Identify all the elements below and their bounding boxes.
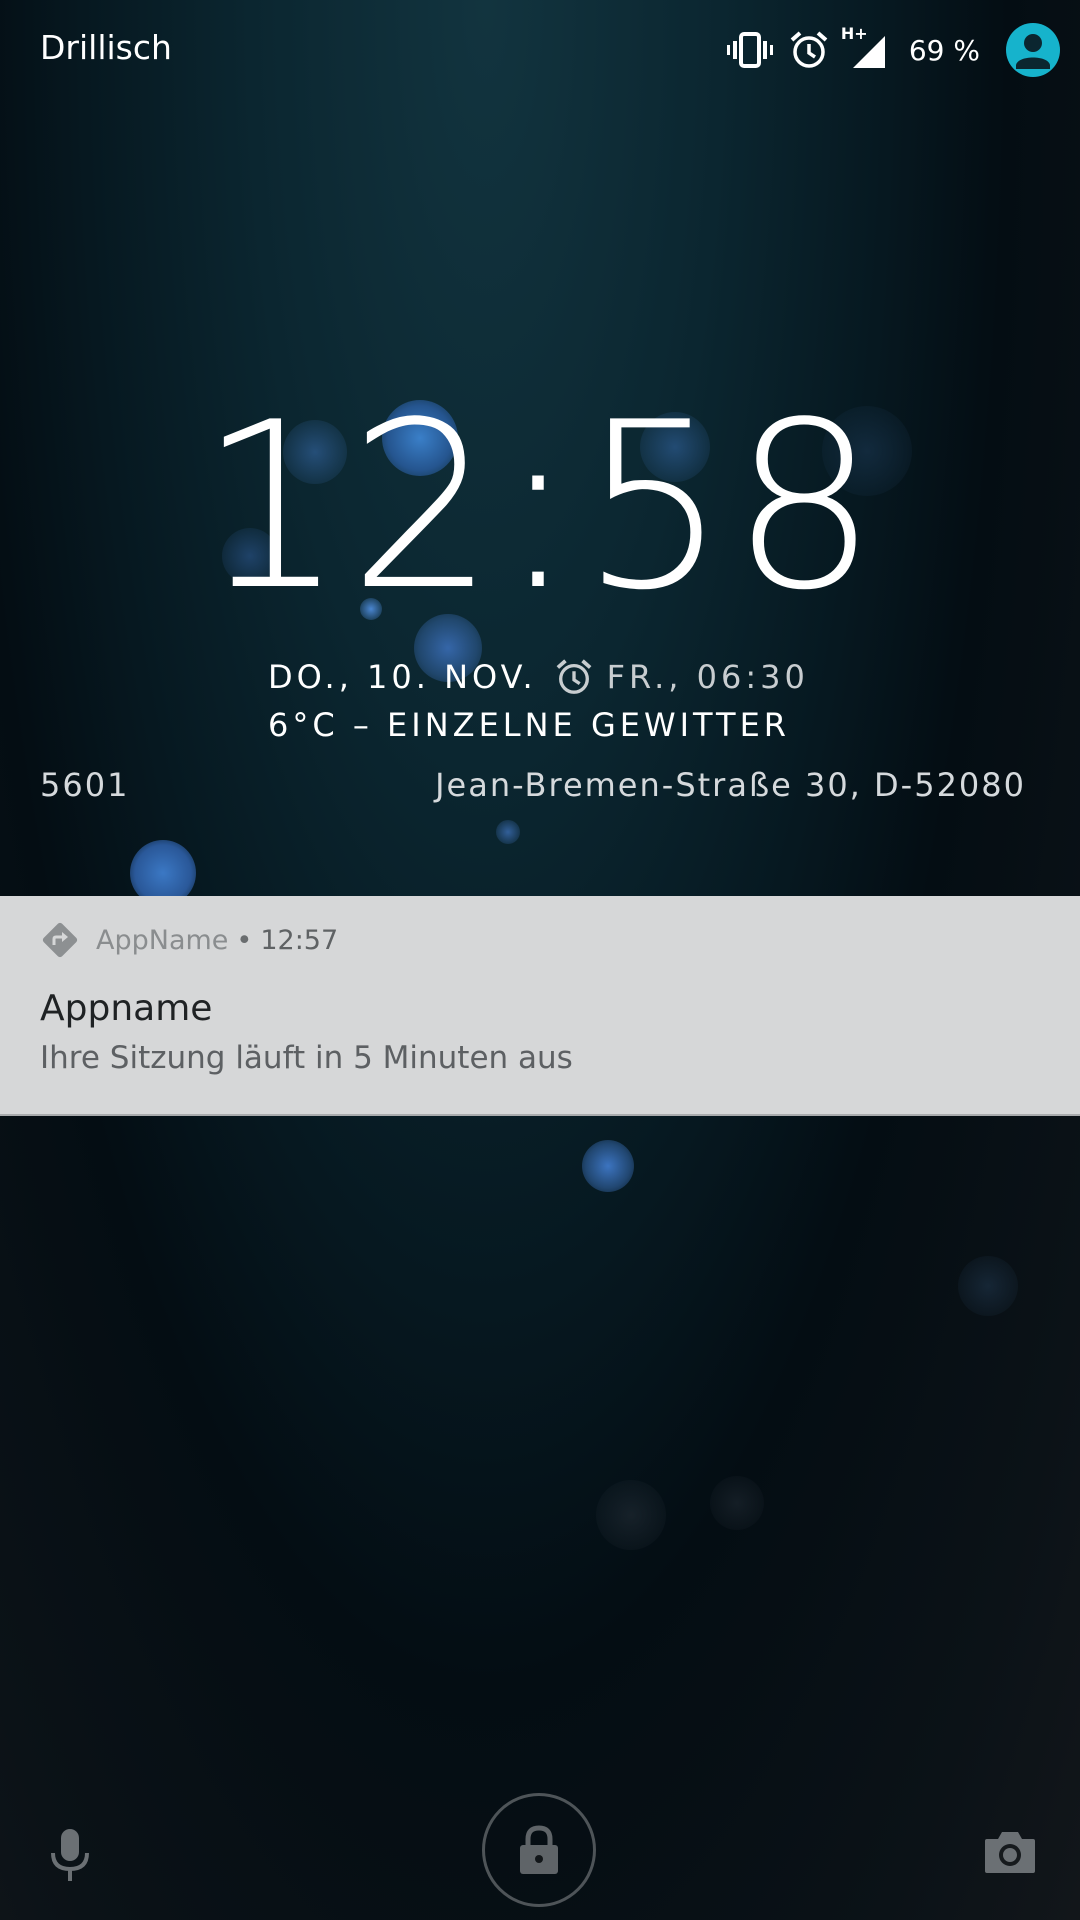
notification-app-name: AppName <box>96 924 229 956</box>
notification-text: Ihre Sitzung läuft in 5 Minuten aus <box>40 1040 573 1076</box>
alarm-icon <box>555 658 593 696</box>
bokeh-light <box>496 820 520 844</box>
next-alarm-label: FR., 06:30 <box>606 658 809 696</box>
carrier-label: Drillisch <box>40 28 172 67</box>
date-alarm-line: DO., 10. NOV. FR., 06:30 <box>268 654 809 700</box>
bokeh-light <box>710 1476 764 1530</box>
notification-title: Appname <box>40 988 213 1029</box>
notification-card[interactable]: AppName • 12:57 Appname Ihre Sitzung läu… <box>0 896 1080 1116</box>
owner-info-left: 5601 <box>40 766 130 804</box>
notification-header: AppName • 12:57 <box>40 920 338 960</box>
notification-separator: • <box>236 924 253 956</box>
network-type-label: H+ <box>840 24 868 43</box>
signal-icon: H+ <box>841 24 889 70</box>
bokeh-light <box>958 1256 1018 1316</box>
lockscreen-bottom-bar <box>0 1780 1080 1920</box>
voice-assist-button[interactable] <box>40 1820 100 1890</box>
status-icons: H+ 69 % <box>711 20 1060 80</box>
status-bar: Drillisch H+ 69 % <box>0 0 1080 100</box>
directions-icon <box>40 920 80 960</box>
camera-icon <box>985 1832 1035 1873</box>
vibrate-icon <box>726 30 773 70</box>
alarm-icon <box>789 30 829 70</box>
notification-time: 12:57 <box>260 924 339 956</box>
microphone-icon <box>51 1829 89 1881</box>
owner-info: 5601 Jean-Bremen-Straße 30, D-52080 <box>40 760 1040 810</box>
owner-info-address: Jean-Bremen-Straße 30, D-52080 <box>435 766 1026 804</box>
bokeh-light <box>582 1140 634 1192</box>
lock-icon <box>520 1825 558 1874</box>
user-avatar-icon[interactable] <box>1006 23 1060 77</box>
unlock-button[interactable] <box>482 1793 596 1907</box>
date-label: DO., 10. NOV. <box>268 658 537 696</box>
bokeh-light <box>596 1480 666 1550</box>
weather-line: 6°C – EINZELNE GEWITTER <box>268 706 791 744</box>
camera-button[interactable] <box>978 1820 1042 1884</box>
lockscreen-clock: 12:58 <box>198 374 882 641</box>
battery-percent: 69 % <box>908 33 980 67</box>
